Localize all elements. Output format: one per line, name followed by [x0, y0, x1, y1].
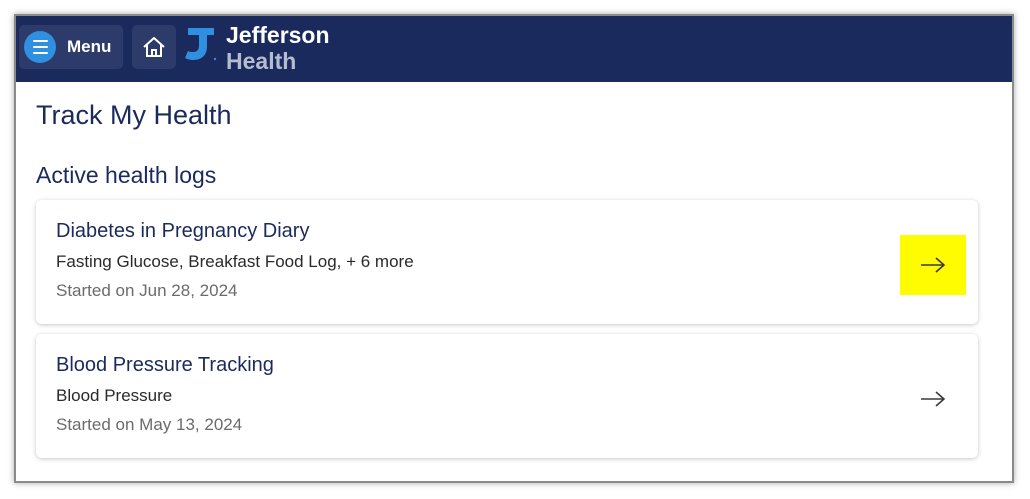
log-name: Diabetes in Pregnancy Diary [56, 220, 310, 242]
menu-button[interactable]: Menu [19, 25, 123, 69]
hamburger-icon [24, 31, 56, 63]
arrow-right-icon [921, 257, 946, 273]
health-log-card-diabetes[interactable]: Diabetes in Pregnancy Diary Fasting Gluc… [36, 200, 978, 324]
arrow-right-icon [921, 391, 946, 407]
health-log-card-blood-pressure[interactable]: Blood Pressure Tracking Blood Pressure S… [36, 334, 978, 458]
open-log-button[interactable] [900, 369, 966, 429]
page-title: Track My Health [36, 100, 232, 130]
top-navigation-bar: Menu Jefferson Health [16, 16, 1012, 82]
home-button[interactable] [132, 25, 176, 69]
menu-label: Menu [67, 37, 112, 56]
jefferson-logo-icon [185, 28, 217, 61]
home-icon [143, 37, 165, 57]
logo-line-jefferson: Jefferson [226, 22, 330, 48]
app-window: Menu Jefferson Health Track My Health Ac… [14, 14, 1014, 483]
open-log-button[interactable] [900, 235, 966, 295]
log-items: Fasting Glucose, Breakfast Food Log, + 6… [56, 252, 414, 271]
log-items: Blood Pressure [56, 386, 173, 405]
log-start-date: Started on May 13, 2024 [56, 415, 243, 434]
log-name: Blood Pressure Tracking [56, 354, 274, 376]
logo-line-health: Health [226, 48, 297, 74]
log-start-date: Started on Jun 28, 2024 [56, 281, 238, 300]
section-title: Active health logs [36, 162, 217, 188]
jefferson-health-logo[interactable]: Jefferson Health [226, 22, 330, 74]
